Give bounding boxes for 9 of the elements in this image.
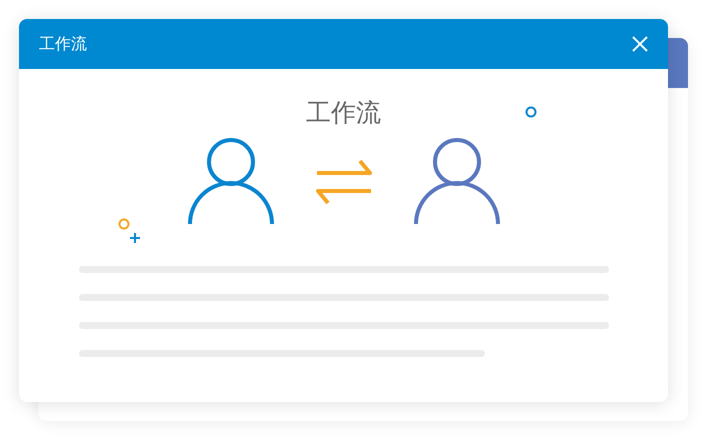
dialog-title: 工作流 [39,34,87,54]
person-icon [412,138,500,226]
person-icon [186,138,274,226]
ring-icon [118,218,130,230]
close-icon[interactable] [631,35,649,53]
heading: 工作流 [306,97,381,129]
swap-arrows-icon [314,159,372,205]
ring-icon [525,106,537,118]
plus-icon [130,233,140,243]
